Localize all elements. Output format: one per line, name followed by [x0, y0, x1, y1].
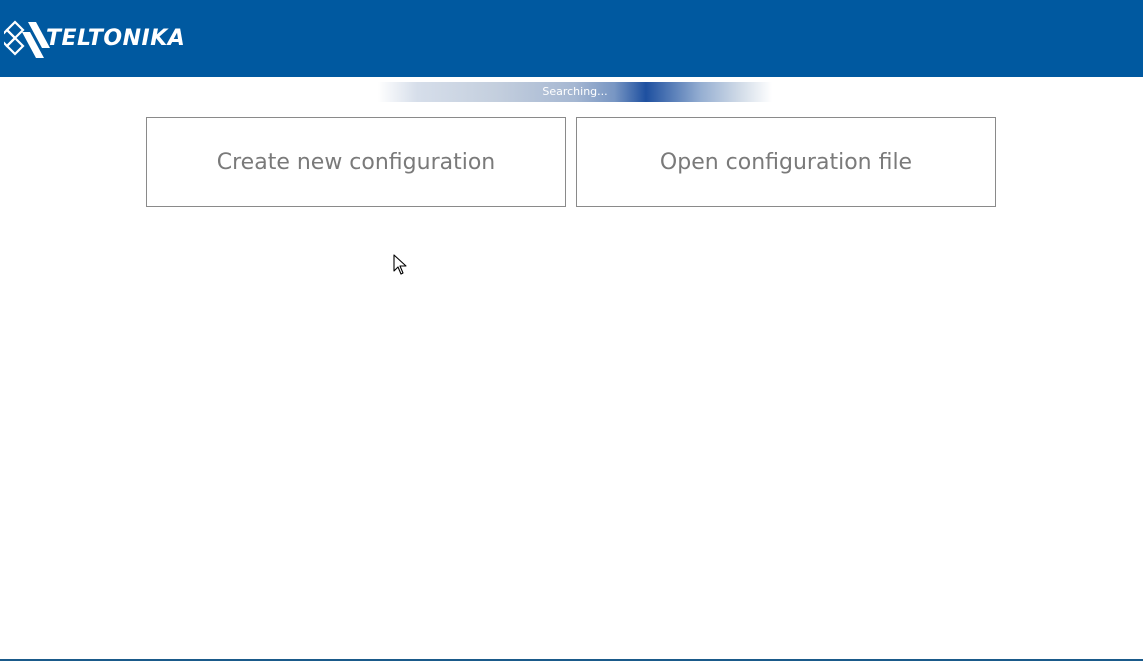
teltonika-logo-icon — [4, 20, 50, 58]
app-window: TELTONIKA Searching... Create new config… — [0, 0, 1143, 661]
create-new-configuration-button[interactable]: Create new configuration — [146, 117, 566, 207]
app-header: TELTONIKA — [0, 0, 1143, 77]
brand-name: TELTONIKA — [46, 25, 186, 51]
mouse-pointer-icon — [393, 254, 407, 275]
search-progress-bar: Searching... — [378, 82, 772, 102]
progress-label: Searching... — [542, 85, 608, 98]
open-configuration-file-button[interactable]: Open configuration file — [576, 117, 996, 207]
brand-logo: TELTONIKA — [4, 18, 185, 58]
